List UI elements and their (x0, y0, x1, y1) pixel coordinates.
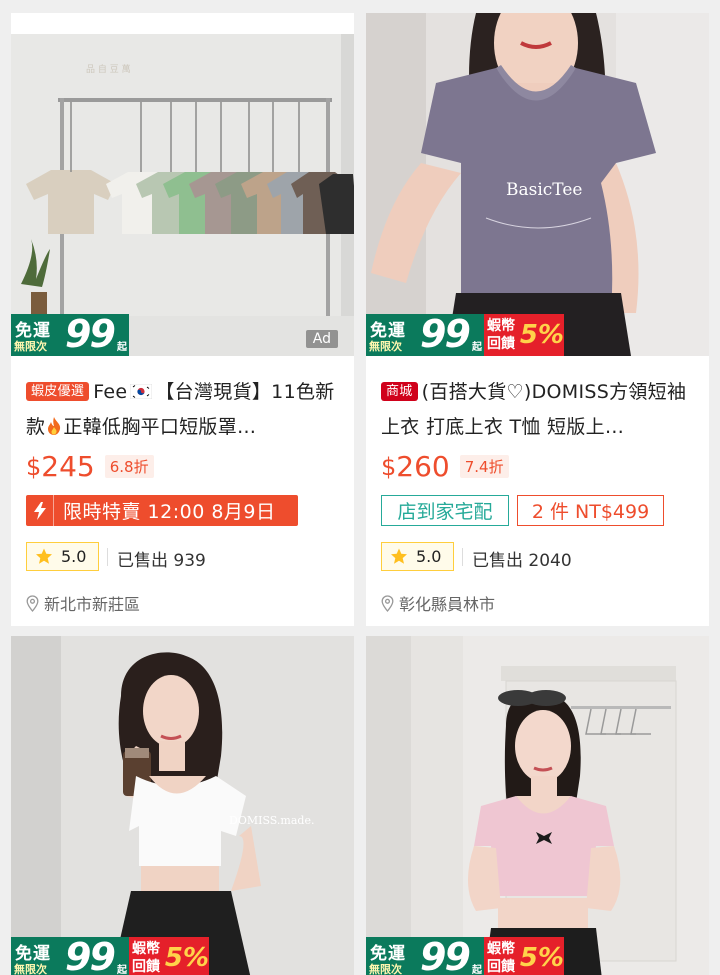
sold-count: 已售出 939 (117, 551, 206, 571)
coin-cashback-percent: 5% (519, 320, 564, 350)
location: 彰化縣員林市 (381, 591, 495, 615)
lightning-icon (26, 495, 54, 526)
divider (462, 548, 463, 566)
ad-label: Ad (305, 330, 338, 348)
location-text: 彰化縣員林市 (399, 595, 496, 614)
free-shipping-badge: 免運 無限次 99 起 (11, 312, 129, 356)
title-tail: 正韓低胸平口短版罩… (63, 416, 257, 438)
title-text: (百搭大貨♡)DOMISS方領短袖上衣 打底上衣 T恤 短版上… (381, 381, 687, 438)
rating-badge: 5.0 (381, 542, 454, 571)
coin-cashback-percent: 5% (164, 943, 209, 973)
price-value: 245 (41, 450, 95, 483)
coin-cashback-badge: 蝦幣回饋 5% (484, 314, 564, 356)
price-value: 260 (396, 450, 450, 483)
mall-tag: 商城 (381, 382, 418, 401)
rating-badge: 5.0 (26, 542, 99, 571)
shipping-sublabel: 無限次 (369, 340, 402, 353)
product-image[interactable]: DOMISS.made. 免運 無限次 99 起 蝦幣回饋 5% (11, 636, 354, 975)
product-card[interactable]: DOMISS.made. 免運 無限次 99 起 蝦幣回饋 5% (11, 636, 354, 975)
product-card[interactable]: 免運 無限次 99 起 蝦幣回饋 5% (366, 636, 709, 975)
discount-badge: 7.4折 (459, 455, 509, 478)
location: 新北市新莊區 (26, 591, 140, 615)
free-shipping-badge: 免運 無限次 99 起 蝦幣回饋 5% (366, 935, 564, 975)
shipping-amount: 99 (65, 935, 116, 975)
model-photo (366, 636, 709, 975)
shipping-unit: 起 (117, 342, 127, 353)
home-delivery-chip: 店到家宅配 (381, 495, 509, 526)
title-prefix: Fee (93, 381, 128, 403)
star-icon (36, 548, 52, 564)
shirt-print-text: BasicTee (506, 180, 582, 200)
star-icon (391, 548, 407, 564)
coin-cashback-label: 蝦幣回饋 (132, 941, 160, 975)
product-title[interactable]: 商城 (百搭大貨♡)DOMISS方領短袖上衣 打底上衣 T恤 短版上… (381, 375, 699, 445)
product-card[interactable]: BasicTee 免運 無限次 99 起 蝦幣回饋 5% 商城 (百搭大貨♡)DO… (366, 13, 709, 626)
rating-value: 5.0 (61, 547, 87, 566)
coin-cashback-label: 蝦幣回饋 (487, 941, 515, 975)
coin-cashback-badge: 蝦幣回饋 5% (129, 937, 209, 975)
divider (107, 548, 108, 566)
coin-cashback-badge: 蝦幣回饋 5% (484, 937, 564, 975)
free-shipping-badge: 免運 無限次 99 起 蝦幣回饋 5% (11, 935, 209, 975)
watermark-text: DOMISS.made. (229, 814, 314, 827)
shipping-amount: 99 (65, 312, 116, 356)
rating-value: 5.0 (416, 547, 442, 566)
price-currency: $ (381, 452, 397, 481)
model-photo: DOMISS.made. (11, 636, 354, 975)
product-image[interactable]: 免運 無限次 99 起 蝦幣回饋 5% (366, 636, 709, 975)
price-currency: $ (26, 452, 42, 481)
price: $260 7.4折 (381, 450, 509, 483)
free-shipping-badge: 免運 無限次 99 起 蝦幣回饋 5% (366, 312, 564, 356)
sold-count: 已售出 2040 (472, 551, 572, 571)
product-title[interactable]: 蝦皮優選 Fee 【台灣現貨】11色新款 正韓低胸平口短版罩… (26, 375, 344, 445)
location-pin-icon (26, 594, 39, 612)
svg-text:品 自 豆 萬: 品 自 豆 萬 (86, 63, 131, 75)
coin-cashback-percent: 5% (519, 943, 564, 973)
bundle-deal-chip: 2 件 NT$499 (517, 495, 664, 526)
product-image[interactable]: BasicTee 免運 無限次 99 起 蝦幣回饋 5% (366, 13, 709, 356)
shipping-unit: 起 (472, 965, 482, 975)
shipping-sublabel: 無限次 (14, 340, 47, 353)
shipping-amount: 99 (420, 935, 471, 975)
location-pin-icon (381, 594, 394, 612)
flame-icon (48, 417, 61, 435)
flash-sale-banner[interactable]: 限時特賣 12:00 8月9日 (26, 495, 298, 526)
location-text: 新北市新莊區 (44, 595, 141, 614)
shipping-amount: 99 (420, 312, 471, 356)
shopee-choice-tag: 蝦皮優選 (26, 382, 90, 401)
shipping-unit: 起 (472, 342, 482, 353)
product-image[interactable]: 品 自 豆 萬 免運 無限次 99 起 Ad (11, 34, 354, 356)
shipping-sublabel: 無限次 (14, 963, 47, 975)
coin-cashback-label: 蝦幣回饋 (487, 318, 515, 352)
shipping-sublabel: 無限次 (369, 963, 402, 975)
product-card[interactable]: 品 自 豆 萬 免運 無限次 99 起 Ad 蝦皮優選 Fee 【台灣現貨】11色新… (11, 13, 354, 626)
model-photo: BasicTee (366, 13, 709, 356)
flash-sale-text: 限時特賣 12:00 8月9日 (63, 501, 276, 523)
shipping-unit: 起 (117, 965, 127, 975)
discount-badge: 6.8折 (104, 455, 154, 478)
price: $245 6.8折 (26, 450, 154, 483)
clothing-rack-photo: 品 自 豆 萬 (11, 34, 354, 356)
korea-flag-icon (130, 384, 153, 399)
